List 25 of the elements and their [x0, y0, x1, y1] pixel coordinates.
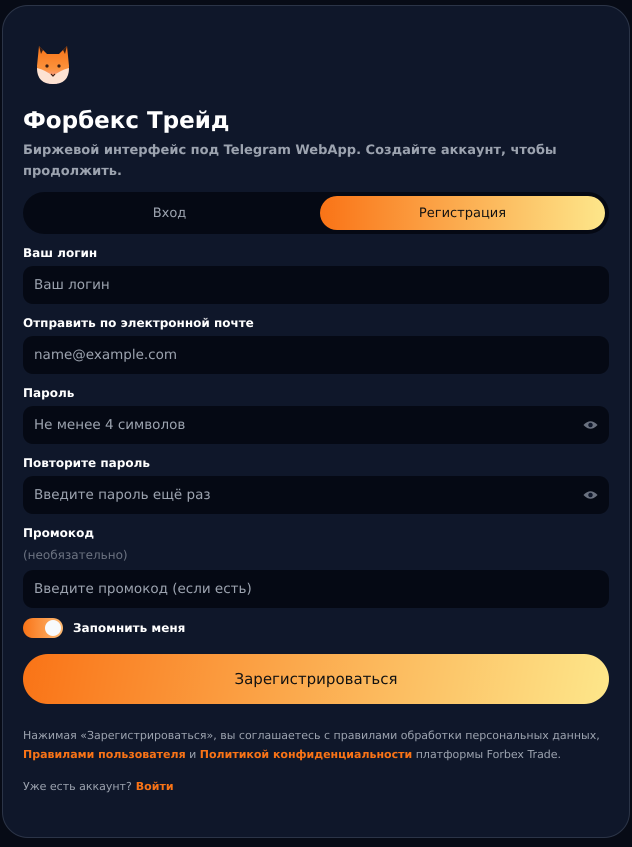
- input-field[interactable]: Не менее 4 символов: [23, 406, 609, 444]
- legal-link[interactable]: Правилами пользователя: [23, 748, 186, 761]
- tab[interactable]: Вход: [27, 196, 312, 230]
- legal-text: Нажимая «Зарегистрироваться», вы соглашаетесь с правилами обработки персональных данных, Правилами пользователя и Политикой конфиденциальности платформы Forbex Trade.: [23, 728, 601, 763]
- app-subtitle: Биржевой интерфейс под Telegram WebApp. Создайте аккаунт, чтобы продолжить.: [23, 142, 558, 181]
- login-link[interactable]: Войти: [136, 780, 174, 793]
- app-title: Форбекс Трейд: [23, 108, 230, 134]
- footer-text: Уже есть аккаунт?: [23, 780, 132, 793]
- field-label: Отправить по электронной почте: [23, 316, 255, 330]
- field-label: Промокод: [23, 526, 96, 540]
- input-field[interactable]: name@example.com: [23, 336, 609, 374]
- toggle-switch[interactable]: [23, 618, 63, 638]
- toggle-label: Запомнить меня: [73, 621, 186, 635]
- input-field[interactable]: Ваш логин: [23, 266, 609, 304]
- register-button[interactable]: Зарегистрироваться: [23, 654, 609, 704]
- tab[interactable]: Регистрация: [320, 196, 605, 230]
- legal-link[interactable]: Политикой конфиденциальности: [200, 748, 412, 761]
- field-hint: (необязательно): [23, 548, 129, 562]
- eye-icon[interactable]: [583, 420, 598, 430]
- field-label: Повторите пароль: [23, 456, 151, 470]
- field-label: Пароль: [23, 386, 76, 400]
- input-field[interactable]: Введите промокод (если есть): [23, 570, 609, 608]
- eye-icon[interactable]: [583, 490, 598, 500]
- field-label: Ваш логин: [23, 246, 98, 260]
- input-field[interactable]: Введите пароль ещё раз: [23, 476, 609, 514]
